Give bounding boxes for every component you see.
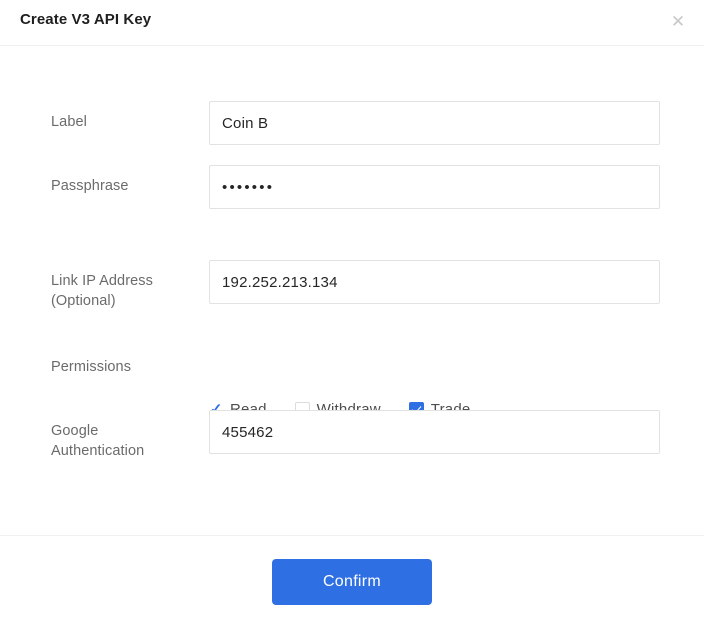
passphrase-field-label: Passphrase: [51, 176, 201, 196]
link-ip-label-line1: Link IP Address: [51, 271, 201, 291]
google-auth-label-line1: Google: [51, 421, 201, 441]
link-ip-label-line2: (Optional): [51, 291, 201, 311]
dialog-title: Create V3 API Key: [20, 11, 151, 28]
create-api-key-dialog: Create V3 API Key ✕ Label Passphrase For…: [0, 0, 704, 621]
label-field-label: Label: [51, 112, 201, 132]
label-field-wrap: [209, 101, 660, 145]
dialog-body: Label Passphrase For security reasons, p…: [0, 46, 704, 536]
google-auth-field-wrap: [209, 410, 660, 454]
close-icon[interactable]: ✕: [665, 8, 691, 34]
link-ip-input[interactable]: [209, 260, 660, 304]
passphrase-field-wrap: [209, 165, 660, 209]
permissions-field-label: Permissions: [51, 357, 201, 377]
google-auth-field-label: Google Authentication: [51, 421, 201, 461]
dialog-header: Create V3 API Key ✕: [0, 0, 704, 46]
dialog-footer: Confirm: [0, 536, 704, 620]
confirm-button[interactable]: Confirm: [272, 559, 432, 605]
link-ip-field-wrap: [209, 260, 660, 304]
google-auth-label-line2: Authentication: [51, 441, 201, 461]
google-auth-input[interactable]: [209, 410, 660, 454]
link-ip-field-label: Link IP Address (Optional): [51, 271, 201, 311]
label-input[interactable]: [209, 101, 660, 145]
passphrase-input[interactable]: [209, 165, 660, 209]
